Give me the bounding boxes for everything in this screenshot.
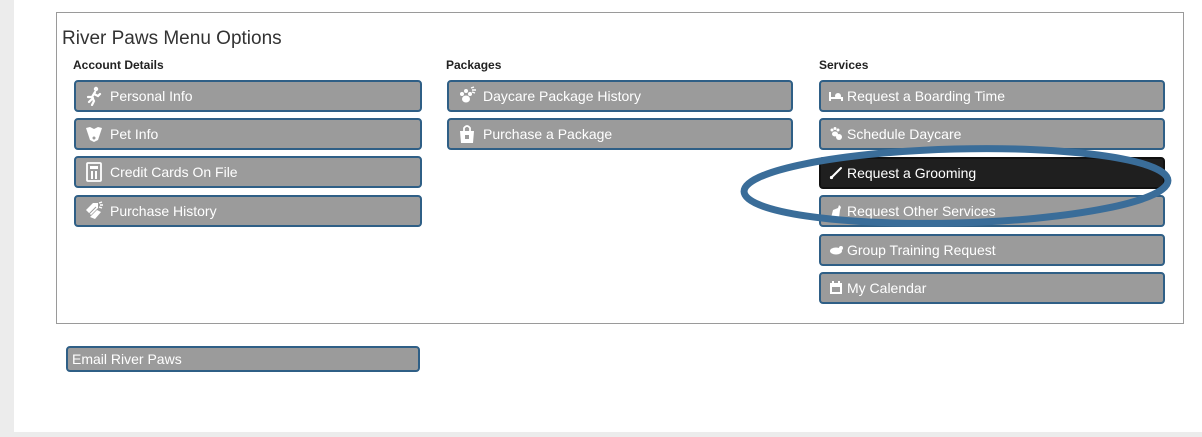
packages-heading: Packages bbox=[446, 58, 502, 72]
running-person-icon bbox=[84, 86, 104, 106]
dog-sitting-icon bbox=[829, 204, 843, 218]
email-river-paws-button[interactable]: Email River Paws bbox=[66, 346, 420, 372]
personal-info-button[interactable]: Personal Info bbox=[74, 80, 422, 112]
account-details-heading: Account Details bbox=[73, 58, 164, 72]
purchase-package-label: Purchase a Package bbox=[483, 126, 613, 142]
request-other-services-label: Request Other Services bbox=[847, 203, 996, 219]
my-calendar-label: My Calendar bbox=[847, 280, 927, 296]
credit-cards-label: Credit Cards On File bbox=[110, 164, 238, 180]
email-river-paws-label: Email River Paws bbox=[72, 351, 182, 367]
group-training-label: Group Training Request bbox=[847, 242, 996, 258]
purchase-package-button[interactable]: Purchase a Package bbox=[447, 118, 793, 150]
scissors-icon bbox=[829, 166, 843, 180]
request-grooming-button[interactable]: Request a Grooming bbox=[819, 157, 1165, 189]
card-reader-icon bbox=[84, 162, 104, 182]
pet-info-button[interactable]: Pet Info bbox=[74, 118, 422, 150]
personal-info-label: Personal Info bbox=[110, 88, 193, 104]
services-heading: Services bbox=[819, 58, 869, 72]
daycare-package-history-button[interactable]: Daycare Package History bbox=[447, 80, 793, 112]
dog-icon bbox=[829, 243, 843, 257]
daycare-package-history-label: Daycare Package History bbox=[483, 88, 641, 104]
dog-face-icon bbox=[84, 124, 104, 144]
schedule-daycare-label: Schedule Daycare bbox=[847, 126, 962, 142]
purchase-history-label: Purchase History bbox=[110, 203, 217, 219]
request-grooming-label: Request a Grooming bbox=[847, 165, 977, 181]
price-tags-icon bbox=[84, 201, 104, 221]
menu-title: River Paws Menu Options bbox=[62, 28, 282, 49]
pet-info-label: Pet Info bbox=[110, 126, 159, 142]
request-boarding-label: Request a Boarding Time bbox=[847, 88, 1005, 104]
credit-cards-button[interactable]: Credit Cards On File bbox=[74, 156, 422, 188]
left-gutter bbox=[0, 0, 14, 437]
schedule-daycare-button[interactable]: Schedule Daycare bbox=[819, 118, 1165, 150]
calendar-icon bbox=[829, 281, 843, 295]
paw-sparkle-icon bbox=[457, 86, 477, 106]
my-calendar-button[interactable]: My Calendar bbox=[819, 272, 1165, 304]
shopping-bag-icon bbox=[457, 124, 477, 144]
purchase-history-button[interactable]: Purchase History bbox=[74, 195, 422, 227]
request-other-services-button[interactable]: Request Other Services bbox=[819, 195, 1165, 227]
paws-icon bbox=[829, 127, 843, 141]
bed-icon bbox=[829, 89, 843, 103]
bottom-band bbox=[0, 432, 1202, 437]
group-training-button[interactable]: Group Training Request bbox=[819, 234, 1165, 266]
request-boarding-button[interactable]: Request a Boarding Time bbox=[819, 80, 1165, 112]
menu-options-card: River Paws Menu Options Account Details … bbox=[56, 12, 1184, 324]
